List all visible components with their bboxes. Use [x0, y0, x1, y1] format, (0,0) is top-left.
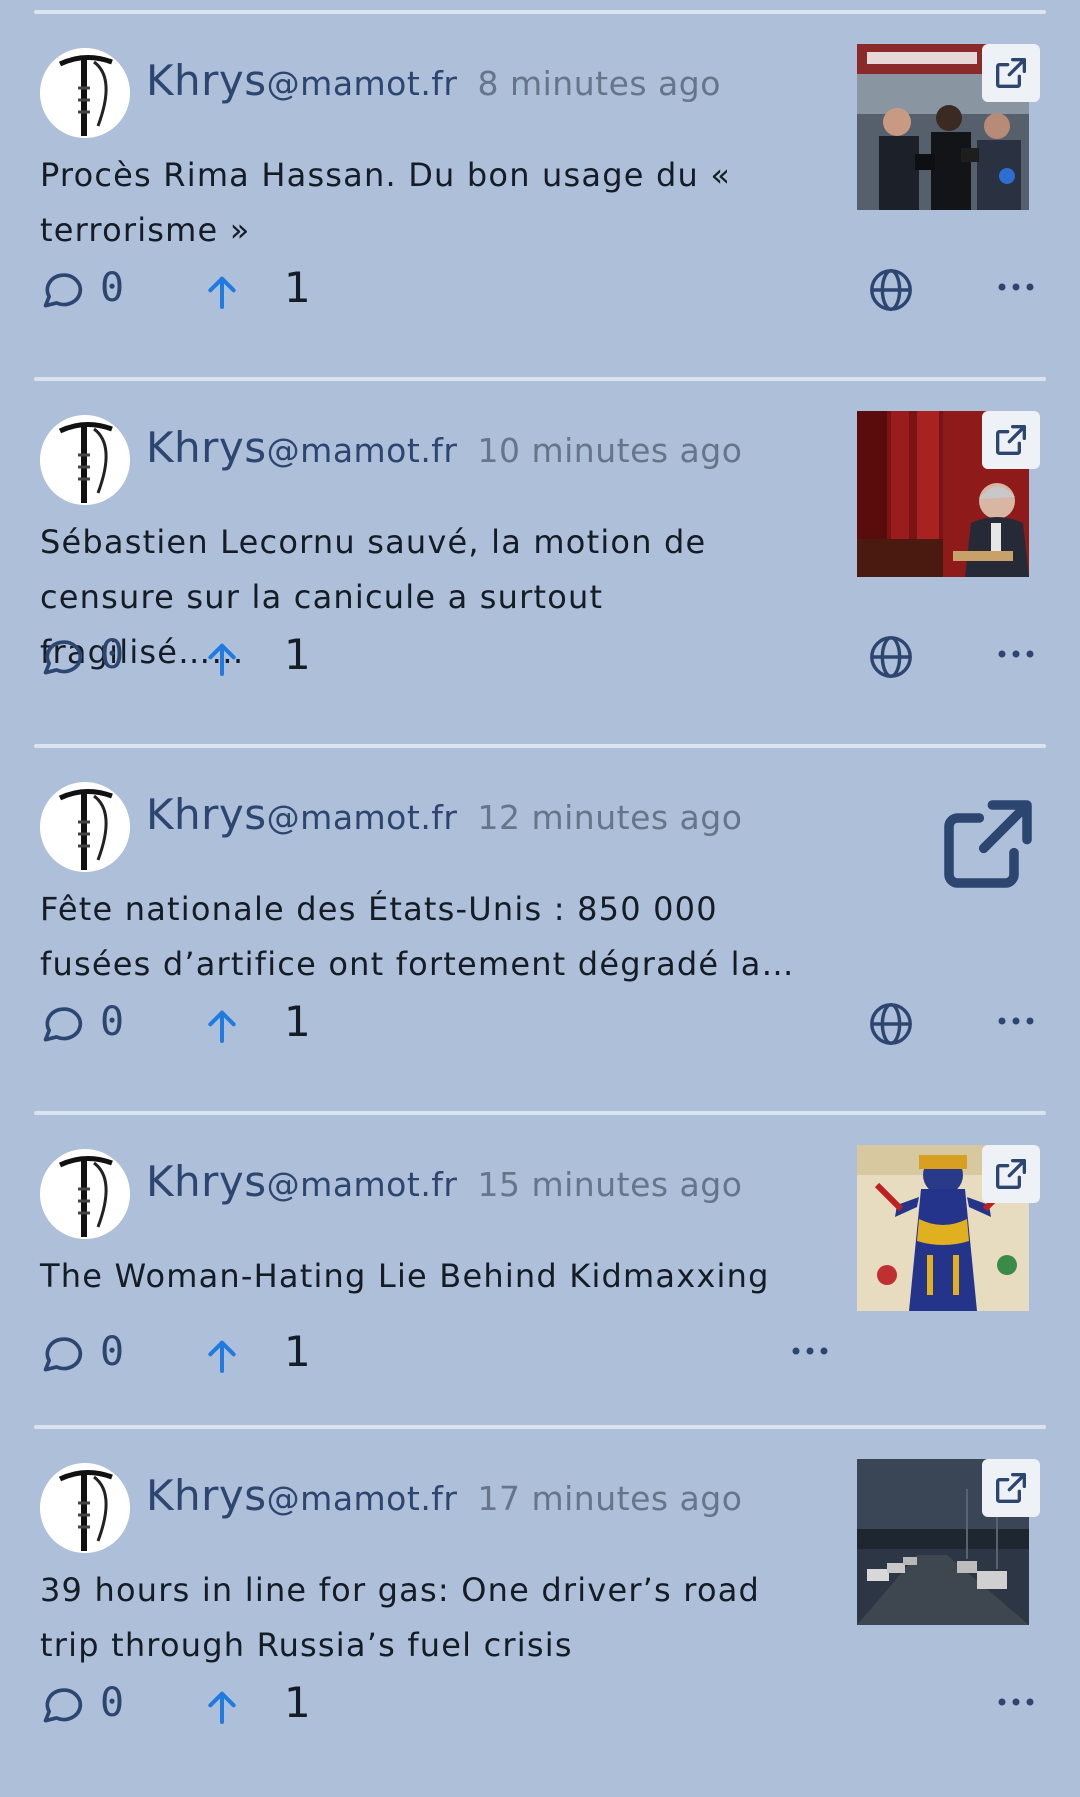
author-instance[interactable]: @mamot.fr	[267, 431, 458, 470]
author-instance[interactable]: @mamot.fr	[267, 1165, 458, 1204]
post-feed: Khrys @mamot.fr 8 minutes ago Procès Rim…	[0, 0, 1080, 1793]
post-meta: Khrys @mamot.fr 12 minutes ago	[146, 790, 742, 850]
globe-icon[interactable]	[868, 1001, 914, 1047]
post-timestamp: 10 minutes ago	[477, 431, 743, 470]
author-name[interactable]: Khrys	[146, 56, 267, 105]
more-dots-icon[interactable]	[996, 648, 1036, 660]
more-dots-icon[interactable]	[996, 1015, 1036, 1027]
score-count: 1	[284, 1327, 311, 1376]
post-title[interactable]: The Woman-Hating Lie Behind Kidmaxxing	[40, 1249, 810, 1304]
author-instance[interactable]: @mamot.fr	[267, 64, 458, 103]
external-link-icon	[944, 800, 1032, 888]
comment-count: 0	[100, 1680, 125, 1726]
avatar-image	[40, 782, 130, 872]
more-dots-icon[interactable]	[996, 281, 1036, 293]
author-instance[interactable]: @mamot.fr	[267, 798, 458, 837]
post-meta: Khrys @mamot.fr 10 minutes ago	[146, 423, 742, 483]
avatar-image	[40, 48, 130, 138]
post-meta: Khrys @mamot.fr 15 minutes ago	[146, 1157, 742, 1217]
more-dots-icon[interactable]	[790, 1345, 830, 1357]
comment-bubble-icon[interactable]	[40, 1333, 84, 1377]
arrow-up-icon[interactable]	[202, 1686, 242, 1728]
arrow-up-icon[interactable]	[202, 1335, 242, 1377]
comment-count: 0	[100, 1329, 125, 1375]
post-title[interactable]: Procès Rima Hassan. Du bon usage du « te…	[40, 148, 810, 258]
post-timestamp: 12 minutes ago	[477, 798, 743, 837]
open-link-button[interactable]	[982, 1459, 1040, 1517]
avatar[interactable]	[40, 1149, 130, 1239]
author-name[interactable]: Khrys	[146, 1471, 267, 1520]
post-card[interactable]: Khrys @mamot.fr 10 minutes ago Sébastien…	[0, 381, 1080, 749]
avatar[interactable]	[40, 48, 130, 138]
avatar-image	[40, 1149, 130, 1239]
post-timestamp: 8 minutes ago	[477, 64, 721, 103]
arrow-up-icon[interactable]	[202, 638, 242, 680]
author-name[interactable]: Khrys	[146, 423, 267, 472]
globe-icon[interactable]	[868, 267, 914, 313]
post-card[interactable]: Khrys @mamot.fr 12 minutes ago Fête nati…	[0, 748, 1080, 1116]
comment-count: 0	[100, 632, 125, 678]
external-link-icon	[996, 1473, 1026, 1503]
avatar[interactable]	[40, 415, 130, 505]
arrow-up-icon[interactable]	[202, 1005, 242, 1047]
open-link-button[interactable]	[982, 44, 1040, 102]
open-link-button[interactable]	[936, 792, 1040, 896]
author-name[interactable]: Khrys	[146, 790, 267, 839]
post-actions: 0 1	[0, 628, 1080, 688]
post-title[interactable]: 39 hours in line for gas: One driver’s r…	[40, 1563, 810, 1673]
comment-bubble-icon[interactable]	[40, 269, 84, 313]
post-actions: 0 1	[0, 261, 1080, 321]
score-count: 1	[284, 1678, 311, 1727]
post-card[interactable]: Khrys @mamot.fr 8 minutes ago Procès Rim…	[0, 14, 1080, 382]
post-meta: Khrys @mamot.fr 17 minutes ago	[146, 1471, 742, 1531]
globe-icon[interactable]	[868, 634, 914, 680]
author-instance[interactable]: @mamot.fr	[267, 1479, 458, 1518]
post-timestamp: 15 minutes ago	[477, 1165, 743, 1204]
avatar-image	[40, 1463, 130, 1553]
comment-bubble-icon[interactable]	[40, 636, 84, 680]
author-name[interactable]: Khrys	[146, 1157, 267, 1206]
score-count: 1	[284, 997, 311, 1046]
open-link-button[interactable]	[982, 1145, 1040, 1203]
arrow-up-icon[interactable]	[202, 271, 242, 313]
avatar-image	[40, 415, 130, 505]
score-count: 1	[284, 630, 311, 679]
avatar[interactable]	[40, 782, 130, 872]
post-title[interactable]: Fête nationale des États-Unis : 850 000 …	[40, 882, 810, 992]
comment-bubble-icon[interactable]	[40, 1684, 84, 1728]
comment-count: 0	[100, 999, 125, 1045]
comment-count: 0	[100, 265, 125, 311]
avatar[interactable]	[40, 1463, 130, 1553]
open-link-button[interactable]	[982, 411, 1040, 469]
post-actions: 0 1	[0, 1676, 1080, 1736]
external-link-icon	[996, 1159, 1026, 1189]
score-count: 1	[284, 263, 311, 312]
post-meta: Khrys @mamot.fr 8 minutes ago	[146, 56, 721, 116]
post-actions: 0 1	[0, 995, 1080, 1055]
more-dots-icon[interactable]	[996, 1696, 1036, 1708]
post-timestamp: 17 minutes ago	[477, 1479, 743, 1518]
comment-bubble-icon[interactable]	[40, 1003, 84, 1047]
post-actions: 0 1	[0, 1325, 1080, 1385]
external-link-icon	[996, 58, 1026, 89]
external-link-icon	[996, 425, 1026, 455]
post-card[interactable]: Khrys @mamot.fr 17 minutes ago 39 hours …	[0, 1429, 1080, 1797]
